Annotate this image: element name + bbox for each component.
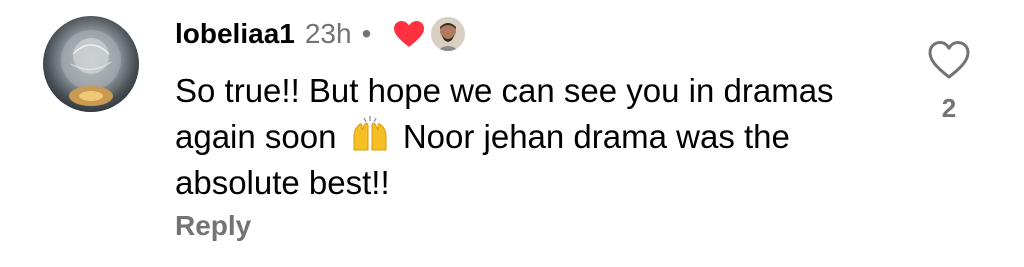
comment-text: So true!! But hope we can see you in dra… (175, 68, 875, 206)
comment-header: lobeliaa1 23h • (175, 12, 466, 56)
commenter-avatar[interactable] (43, 16, 139, 112)
reply-button[interactable]: Reply (175, 210, 251, 242)
separator-dot: • (361, 18, 372, 49)
like-count: 2 (941, 93, 957, 123)
red-heart-icon (393, 19, 425, 49)
comment-item: lobeliaa1 23h • So true!! But hope we ca… (0, 0, 1024, 267)
timestamp: 23h (304, 18, 352, 49)
creator-avatar (431, 17, 466, 51)
raising-hands-emoji-icon (350, 116, 390, 152)
heart-outline-icon[interactable] (927, 40, 971, 80)
username[interactable]: lobeliaa1 (175, 18, 295, 50)
